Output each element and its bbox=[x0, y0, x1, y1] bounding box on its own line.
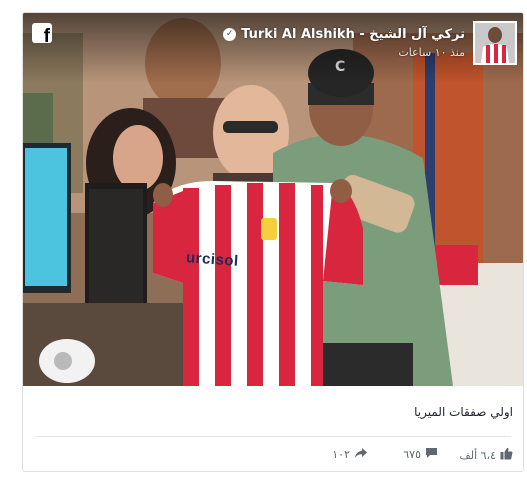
share-arrow-icon bbox=[354, 447, 368, 462]
comments-count-text: ٦٧٥ bbox=[403, 448, 421, 461]
post-card: C urcisol f ✓ Turki Al Alshikh - bbox=[22, 12, 524, 472]
facebook-logo-icon[interactable]: f bbox=[32, 23, 52, 43]
comment-bubble-icon bbox=[425, 447, 438, 462]
post-caption: اولي صفقات الميريا bbox=[414, 405, 513, 419]
shares-count[interactable]: ١٠٢ bbox=[332, 447, 368, 462]
author-meta: ✓ Turki Al Alshikh - تركي آل الشيخ منذ ١… bbox=[223, 21, 465, 59]
comments-count[interactable]: ٦٧٥ bbox=[403, 447, 438, 462]
author-name-line: ✓ Turki Al Alshikh - تركي آل الشيخ bbox=[223, 27, 465, 42]
verified-check-icon: ✓ bbox=[223, 28, 237, 41]
shirt-sponsor-text: urcisol bbox=[185, 249, 240, 270]
avatar[interactable] bbox=[473, 21, 517, 65]
divider bbox=[35, 436, 511, 437]
likes-count-text: ٦،٤ ألف bbox=[459, 448, 496, 462]
avatar-image bbox=[475, 23, 515, 63]
post-time[interactable]: منذ ١٠ ساعات bbox=[223, 46, 465, 59]
post-photo[interactable]: C urcisol f ✓ Turki Al Alshikh - bbox=[23, 13, 523, 386]
shares-count-text: ١٠٢ bbox=[332, 448, 350, 461]
post-stats: ٦،٤ ألف ٦٧٥ ١٠٢ bbox=[23, 445, 523, 465]
thumbs-up-icon bbox=[500, 447, 513, 463]
author-name[interactable]: Turki Al Alshikh - تركي آل الشيخ bbox=[241, 27, 465, 42]
likes-count[interactable]: ٦،٤ ألف bbox=[459, 447, 513, 463]
post-author: ✓ Turki Al Alshikh - تركي آل الشيخ منذ ١… bbox=[223, 21, 517, 65]
